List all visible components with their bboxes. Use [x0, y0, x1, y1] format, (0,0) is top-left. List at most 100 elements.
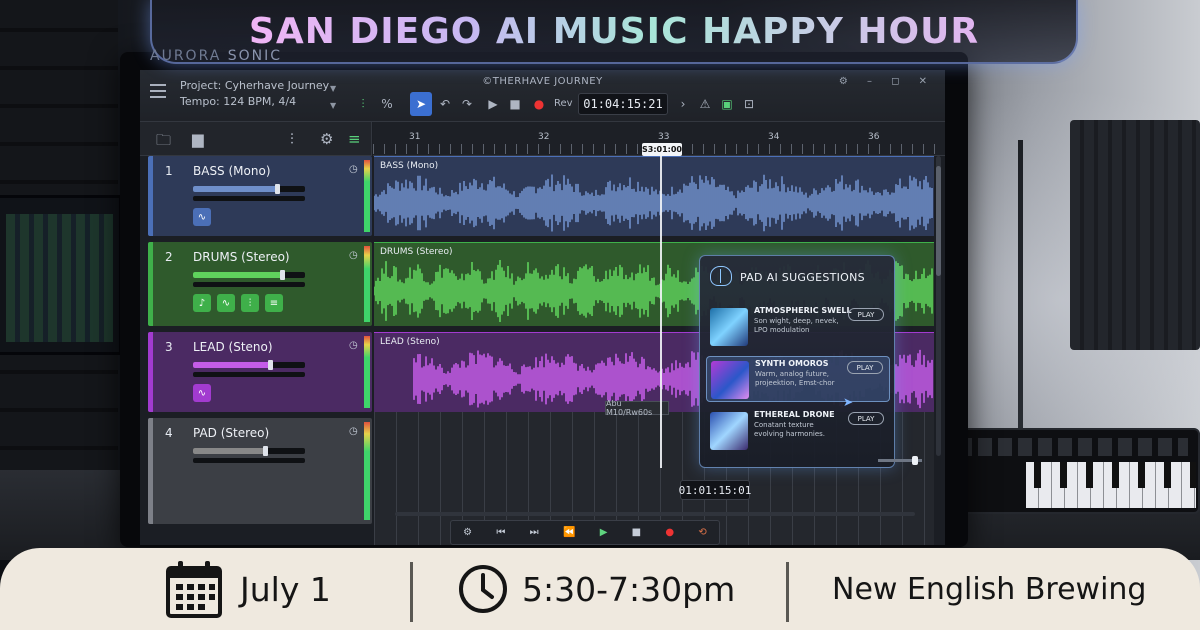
track-name: PAD (Stereo)	[193, 426, 270, 440]
horizontal-scrollbar[interactable]	[395, 512, 915, 516]
track-lane[interactable]: BASS (Mono)	[374, 156, 934, 236]
chevron-down-icon[interactable]: ▼	[330, 98, 336, 114]
playhead-label[interactable]: S3:01:00	[642, 143, 682, 156]
ai-suggestion-item[interactable]: SYNTH OMOROS Warm, analog future, projeek…	[706, 356, 890, 409]
suggestion-description: Conatant texture evolving harmonies.	[754, 421, 826, 438]
app-title: ©THERHAVE JOURNEY	[482, 76, 603, 87]
track-header[interactable]: 1 BASS (Mono) ◷ ∿	[148, 156, 372, 236]
track-pan-fader[interactable]	[193, 458, 305, 463]
monitor-icon[interactable]: ▣	[716, 92, 738, 116]
track-volume-fader[interactable]	[193, 270, 305, 280]
event-date-text: July 1	[240, 569, 331, 609]
track-pan-fader[interactable]	[193, 282, 305, 287]
waveform-icon[interactable]: ∿	[193, 384, 211, 402]
track-number: 2	[165, 250, 173, 264]
waveform-icon[interactable]: ∿	[217, 294, 235, 312]
suggestion-play-button[interactable]: PLAY	[848, 308, 884, 321]
skip-end-icon[interactable]: ⏭	[530, 527, 539, 538]
rewind-icon[interactable]: ⏪	[563, 527, 575, 538]
ai-panel-title: PAD AI SUGGESTIONS	[740, 271, 865, 284]
lane-label: DRUMS (Stereo)	[380, 247, 453, 257]
event-headline-banner: SAN DIEGO AI MUSIC HAPPY HOUR	[150, 0, 1078, 64]
ruler-tick: 32	[538, 132, 550, 142]
track-level-meter	[364, 336, 370, 408]
stop-button[interactable]: ■	[504, 92, 526, 116]
ai-suggestion-item[interactable]: ETHEREAL DRONE Conatant texture evolving …	[706, 408, 890, 454]
track-volume-fader[interactable]	[193, 184, 305, 194]
folder-icon[interactable]: ▆	[192, 130, 204, 148]
track-name: BASS (Mono)	[193, 164, 271, 178]
track-header[interactable]: 4 PAD (Stereo) ◷	[148, 418, 372, 524]
waveform-path	[374, 174, 933, 232]
divider	[410, 562, 413, 622]
daw-window: Project: Cyherhave Journey Tempo: 124 BP…	[140, 70, 945, 545]
note-icon[interactable]: ♪	[193, 294, 211, 312]
filter-icon[interactable]: ≡	[348, 130, 361, 148]
waveform	[374, 174, 933, 232]
panel-slider[interactable]	[878, 456, 922, 465]
ai-suggestion-item[interactable]: ATMOSPHERIC SWELL Son wight, deep, nevek,…	[706, 304, 890, 350]
transport-record-button[interactable]: ●	[665, 527, 674, 538]
folder-open-icon[interactable]: 🗀	[156, 130, 171, 155]
skip-start-icon[interactable]: ⏮	[496, 527, 505, 538]
event-time: 5:30-7:30pm	[458, 548, 735, 630]
track-level-meter	[364, 422, 370, 520]
redo-icon[interactable]: ↷	[456, 92, 478, 116]
snap-button[interactable]: %	[376, 92, 398, 116]
track-header[interactable]: 3 LEAD (Steno) ◷ ∿	[148, 332, 372, 412]
mixer-sliders-icon[interactable]: ⫶	[290, 130, 294, 148]
tempo-info: Tempo: 124 BPM, 4/4	[180, 95, 297, 108]
play-button[interactable]: ▶	[482, 92, 504, 116]
track-volume-fader[interactable]	[193, 446, 305, 456]
playhead[interactable]	[660, 156, 662, 468]
settings-icon[interactable]: ⚙	[463, 527, 472, 538]
waveform-icon[interactable]: ∿	[193, 208, 211, 226]
power-icon[interactable]: ◷	[349, 426, 358, 437]
mixer-view	[6, 214, 113, 342]
track-level-meter	[364, 246, 370, 322]
suggestion-description: Son wight, deep, nevek, LPO modulation	[754, 317, 839, 334]
lane-label: LEAD (Steno)	[380, 337, 440, 347]
loop-icon[interactable]: ⟲	[698, 527, 706, 538]
track-pan-fader[interactable]	[193, 196, 305, 201]
divider	[786, 562, 789, 622]
metronome-icon[interactable]: ⚠	[694, 92, 716, 116]
suggestion-title: ETHEREAL DRONE	[754, 410, 835, 419]
mouse-cursor-icon: ➤	[843, 395, 854, 409]
window-controls[interactable]: ⚙ – ◻ ✕	[839, 76, 935, 87]
floor-lamp	[1018, 140, 1023, 470]
transport-bar: ⚙ ⏮ ⏭ ⏪ ▶ ■ ● ⟲	[450, 520, 720, 545]
power-icon[interactable]: ◷	[349, 340, 358, 351]
pointer-tool-button[interactable]: ➤	[410, 92, 432, 116]
rev-label[interactable]: Rev	[554, 98, 573, 109]
event-headline: SAN DIEGO AI MUSIC HAPPY HOUR	[248, 10, 980, 52]
chevron-right-icon[interactable]: ›	[672, 92, 694, 116]
mixer-button[interactable]: ⫶	[352, 92, 374, 116]
transport-play-button[interactable]: ▶	[600, 527, 608, 538]
track-header[interactable]: 2 DRUMS (Stereo) ◷ ♪ ∿ ⫶ ≡	[148, 242, 372, 326]
event-time-text: 5:30-7:30pm	[522, 569, 736, 609]
eq-icon[interactable]: ⫶	[241, 294, 259, 312]
record-button[interactable]: ●	[528, 92, 550, 116]
ruler-tick: 36	[868, 132, 880, 142]
suggestion-description: Warm, analog future, projeektion, Emst-c…	[755, 370, 835, 387]
track-pan-fader[interactable]	[193, 372, 305, 377]
gear-icon[interactable]: ⚙	[320, 130, 333, 148]
power-icon[interactable]: ◷	[349, 164, 358, 175]
suggestion-play-button[interactable]: PLAY	[848, 412, 884, 425]
suggestion-play-button[interactable]: PLAY	[847, 361, 883, 374]
suggestion-thumbnail	[711, 361, 749, 399]
settings-icon[interactable]: ≡	[265, 294, 283, 312]
track-level-meter	[364, 160, 370, 232]
transport-stop-button[interactable]: ■	[632, 527, 641, 538]
main-time-display: 01:04:15:21	[578, 93, 668, 115]
vertical-scrollbar[interactable]	[936, 156, 941, 456]
power-icon[interactable]: ◷	[349, 250, 358, 261]
track-toolbar: 🗀 ▆ ⫶ ⚙ ≡	[140, 122, 372, 156]
suggestion-title: SYNTH OMOROS	[755, 359, 829, 368]
track-volume-fader[interactable]	[193, 360, 305, 370]
undo-icon[interactable]: ↶	[434, 92, 456, 116]
fullscreen-icon[interactable]: ⊡	[738, 92, 760, 116]
ai-suggestions-panel: PAD AI SUGGESTIONS ATMOSPHERIC SWELL Son …	[699, 255, 895, 468]
daw-titlebar: Project: Cyherhave Journey Tempo: 124 BP…	[140, 70, 945, 122]
